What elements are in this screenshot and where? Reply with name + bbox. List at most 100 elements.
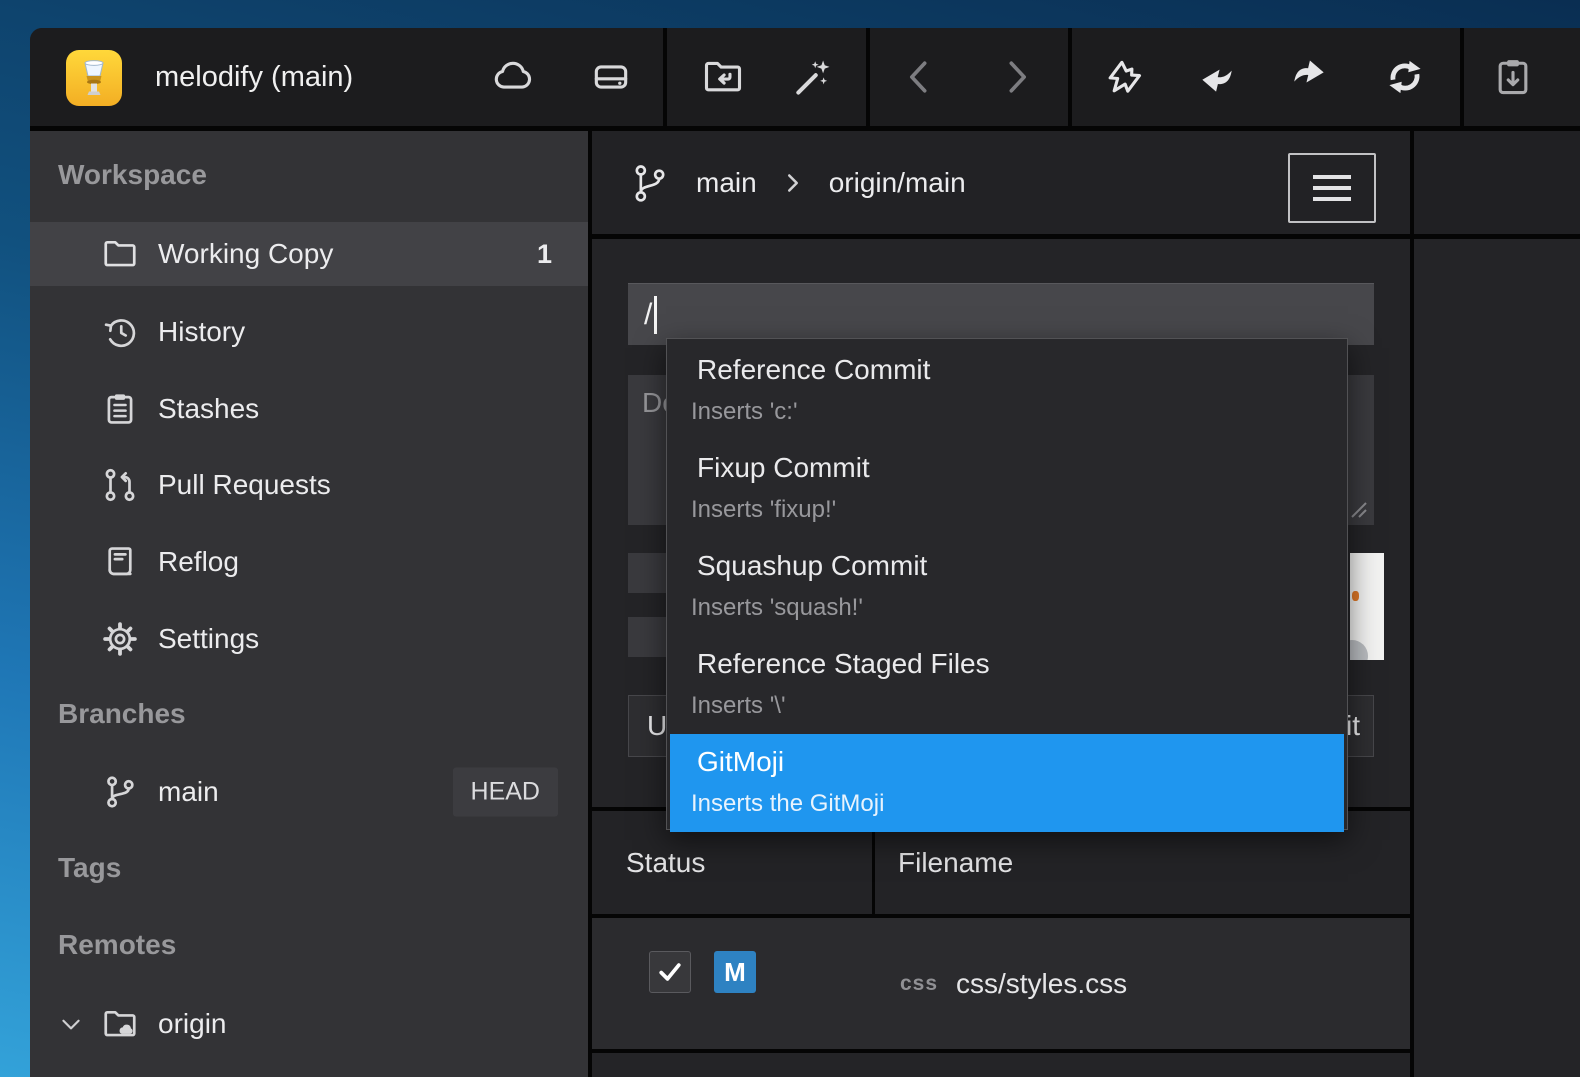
remote-folder-icon <box>100 995 140 1053</box>
file-path: css/styles.css <box>956 918 1127 1049</box>
breadcrumb-separator-icon <box>783 168 803 198</box>
stash-clipboard-icon <box>1491 55 1535 99</box>
autocomplete-item-fixup-commit[interactable]: Fixup Commit Inserts 'fixup!' <box>670 440 1344 538</box>
sidebar-item-label: Settings <box>158 607 259 671</box>
sync-arrows-icon <box>1383 55 1427 99</box>
open-repository-button[interactable] <box>700 54 746 100</box>
history-icon <box>100 312 140 352</box>
pull-request-icon <box>100 465 140 505</box>
sidebar-item-history[interactable]: History <box>30 300 588 364</box>
header-divider <box>592 234 1580 239</box>
sidebar-item-reflog[interactable]: Reflog <box>30 530 588 594</box>
autocomplete-item-squashup-commit[interactable]: Squashup Commit Inserts 'squash!' <box>670 538 1344 636</box>
fetch-arrow-icon <box>1101 55 1145 99</box>
toolbar-separator <box>866 28 870 126</box>
autocomplete-item-subtitle: Inserts '\' <box>691 687 1344 725</box>
app-icon <box>66 50 122 106</box>
modified-status-badge: M <box>714 951 756 993</box>
staged-files-empty-area <box>592 1053 1410 1077</box>
sidebar: Workspace Working Copy 1 <box>30 131 588 1077</box>
sidebar-item-label: origin <box>158 995 226 1053</box>
push-button[interactable] <box>1286 54 1332 100</box>
commit-summary-input[interactable]: / <box>628 283 1374 345</box>
stashes-icon <box>100 389 140 429</box>
git-branch-icon <box>100 772 140 812</box>
chevron-right-icon <box>993 55 1037 99</box>
sidebar-item-pull-requests[interactable]: Pull Requests <box>30 453 588 517</box>
chevron-left-icon <box>899 55 943 99</box>
working-copy-count-badge: 1 <box>537 222 552 286</box>
fetch-button[interactable] <box>1100 54 1146 100</box>
resize-grip-icon[interactable] <box>1346 497 1368 519</box>
folder-return-icon <box>701 55 745 99</box>
autocomplete-item-reference-commit[interactable]: Reference Commit Inserts 'c:' <box>670 342 1344 440</box>
branch-menu-button[interactable] <box>1288 153 1376 223</box>
right-panel <box>1414 131 1580 1077</box>
stash-button[interactable] <box>1490 54 1536 100</box>
current-branch[interactable]: main <box>696 167 757 199</box>
breadcrumb: main origin/main <box>630 131 966 234</box>
sidebar-item-label: History <box>158 300 245 364</box>
gear-icon <box>100 619 140 659</box>
navigate-forward-button[interactable] <box>992 54 1038 100</box>
sidebar-item-branch-main[interactable]: main HEAD <box>30 760 588 824</box>
magic-wand-icon <box>791 55 835 99</box>
title-bar: melodify (main) <box>30 28 1580 126</box>
sidebar-item-label: Reflog <box>158 530 239 594</box>
sidebar-item-label: Stashes <box>158 377 259 441</box>
autocomplete-item-subtitle: Inserts 'squash!' <box>691 589 1344 627</box>
window-title: melodify (main) <box>155 28 353 126</box>
gitmoji-preview-image <box>1350 553 1384 660</box>
staged-file-row[interactable]: M css css/styles.css <box>592 918 1410 1049</box>
right-panel-header <box>1414 131 1580 234</box>
head-badge: HEAD <box>453 768 558 817</box>
autocomplete-item-title: Squashup Commit <box>691 543 1344 589</box>
text-caret <box>654 296 657 334</box>
stage-checkbox[interactable] <box>649 951 691 993</box>
sidebar-item-working-copy[interactable]: Working Copy 1 <box>30 222 588 286</box>
autocomplete-item-title: Reference Staged Files <box>691 641 1344 687</box>
autocomplete-item-gitmoji[interactable]: GitMoji Inserts the GitMoji <box>670 734 1344 832</box>
sidebar-item-label: Pull Requests <box>158 453 331 517</box>
check-icon <box>655 957 685 987</box>
file-type-label: css <box>900 918 938 1049</box>
commit-summary-value: / <box>644 298 652 332</box>
branch-header-bar: main origin/main <box>592 131 1410 234</box>
autocomplete-item-title: GitMoji <box>691 739 1344 785</box>
app-window: melodify (main) <box>30 28 1580 1077</box>
cloud-button[interactable] <box>490 54 536 100</box>
sidebar-item-label: main <box>158 760 219 824</box>
sidebar-item-label: Working Copy <box>158 222 333 286</box>
desktop-background: melodify (main) <box>0 0 1580 1077</box>
drive-icon <box>589 55 633 99</box>
sidebar-section-workspace: Workspace <box>58 151 207 199</box>
sidebar-section-remotes: Remotes <box>58 921 176 969</box>
sidebar-item-settings[interactable]: Settings <box>30 607 588 671</box>
trophy-glyph <box>74 58 114 98</box>
navigate-back-button[interactable] <box>898 54 944 100</box>
preview-image-detail <box>1352 591 1359 601</box>
sidebar-section-branches: Branches <box>58 690 186 738</box>
git-branch-icon <box>630 160 670 206</box>
autocomplete-item-subtitle: Inserts 'c:' <box>691 393 1344 431</box>
sidebar-item-remote-origin[interactable]: origin <box>30 995 588 1053</box>
autocomplete-item-title: Fixup Commit <box>691 445 1344 491</box>
autocomplete-item-subtitle: Inserts the GitMoji <box>691 785 1344 823</box>
book-icon <box>100 542 140 582</box>
push-arrow-icon <box>1287 55 1331 99</box>
commands-button[interactable] <box>790 54 836 100</box>
sidebar-section-tags: Tags <box>58 844 121 892</box>
local-drive-button[interactable] <box>588 54 634 100</box>
upstream-branch[interactable]: origin/main <box>829 167 966 199</box>
autocomplete-item-reference-staged-files[interactable]: Reference Staged Files Inserts '\' <box>670 636 1344 734</box>
chevron-down-icon[interactable] <box>56 1009 86 1039</box>
folder-icon <box>100 234 140 274</box>
preview-image-detail <box>1350 640 1368 660</box>
sidebar-item-stashes[interactable]: Stashes <box>30 377 588 441</box>
pull-button[interactable] <box>1194 54 1240 100</box>
autocomplete-item-title: Reference Commit <box>691 347 1344 393</box>
sync-button[interactable] <box>1382 54 1428 100</box>
commit-autocomplete-dropdown: Reference Commit Inserts 'c:' Fixup Comm… <box>666 338 1348 830</box>
toolbar-separator <box>663 28 667 126</box>
pull-arrow-icon <box>1195 55 1239 99</box>
